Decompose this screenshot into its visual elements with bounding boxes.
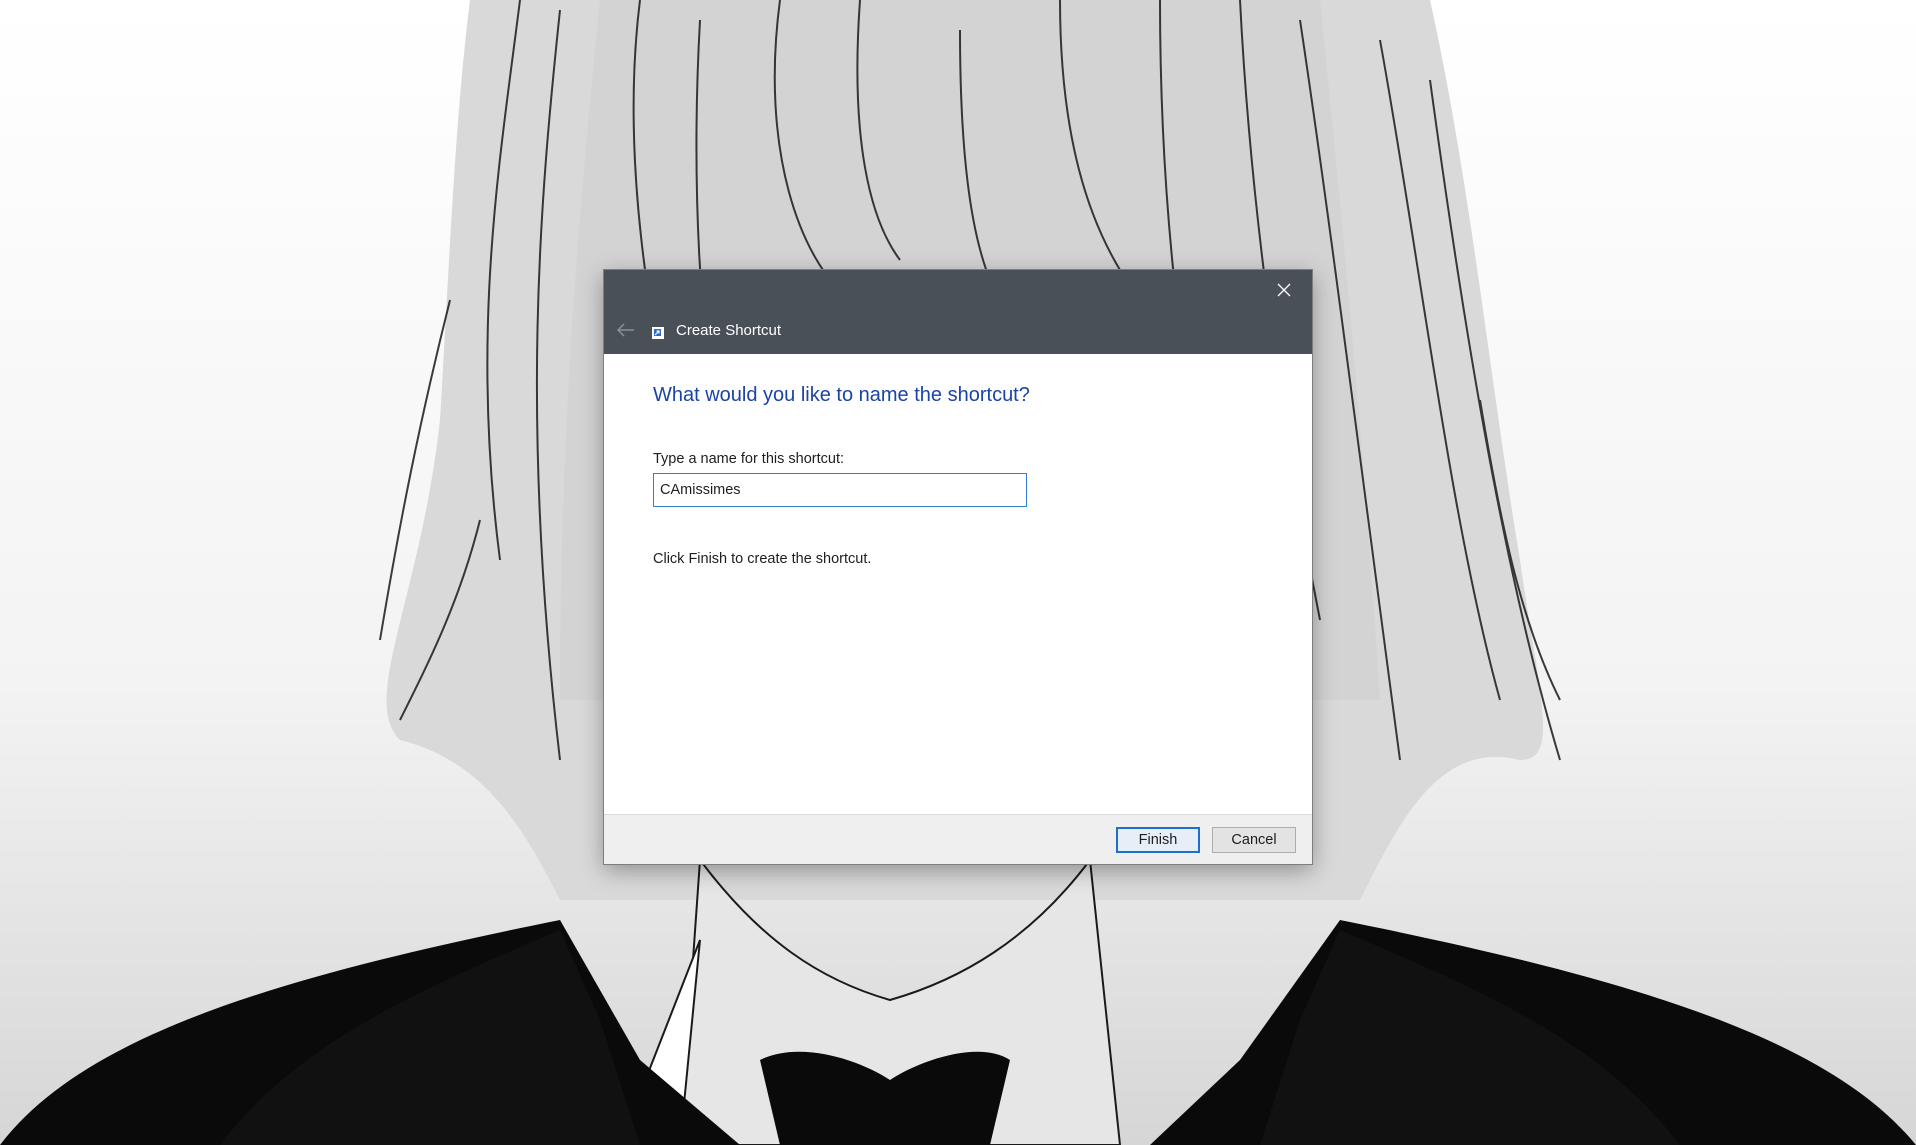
name-field-label: Type a name for this shortcut: bbox=[653, 451, 845, 467]
page-heading: What would you like to name the shortcut… bbox=[653, 384, 1030, 406]
dialog-content: What would you like to name the shortcut… bbox=[604, 354, 1312, 814]
close-icon bbox=[1277, 283, 1291, 297]
shortcut-name-input[interactable] bbox=[653, 473, 1027, 507]
dialog-titlebar: Create Shortcut bbox=[604, 270, 1312, 354]
finish-button[interactable]: Finish bbox=[1116, 827, 1200, 853]
cancel-button[interactable]: Cancel bbox=[1212, 827, 1296, 853]
dialog-title: Create Shortcut bbox=[676, 322, 782, 339]
close-button[interactable] bbox=[1256, 270, 1312, 310]
finish-hint-text: Click Finish to create the shortcut. bbox=[653, 551, 872, 567]
dialog-footer: Finish Cancel bbox=[604, 814, 1312, 864]
back-button[interactable] bbox=[610, 314, 642, 346]
shortcut-icon bbox=[652, 327, 664, 339]
create-shortcut-dialog: Create Shortcut What would you like to n… bbox=[604, 270, 1312, 864]
back-arrow-icon bbox=[617, 323, 634, 337]
